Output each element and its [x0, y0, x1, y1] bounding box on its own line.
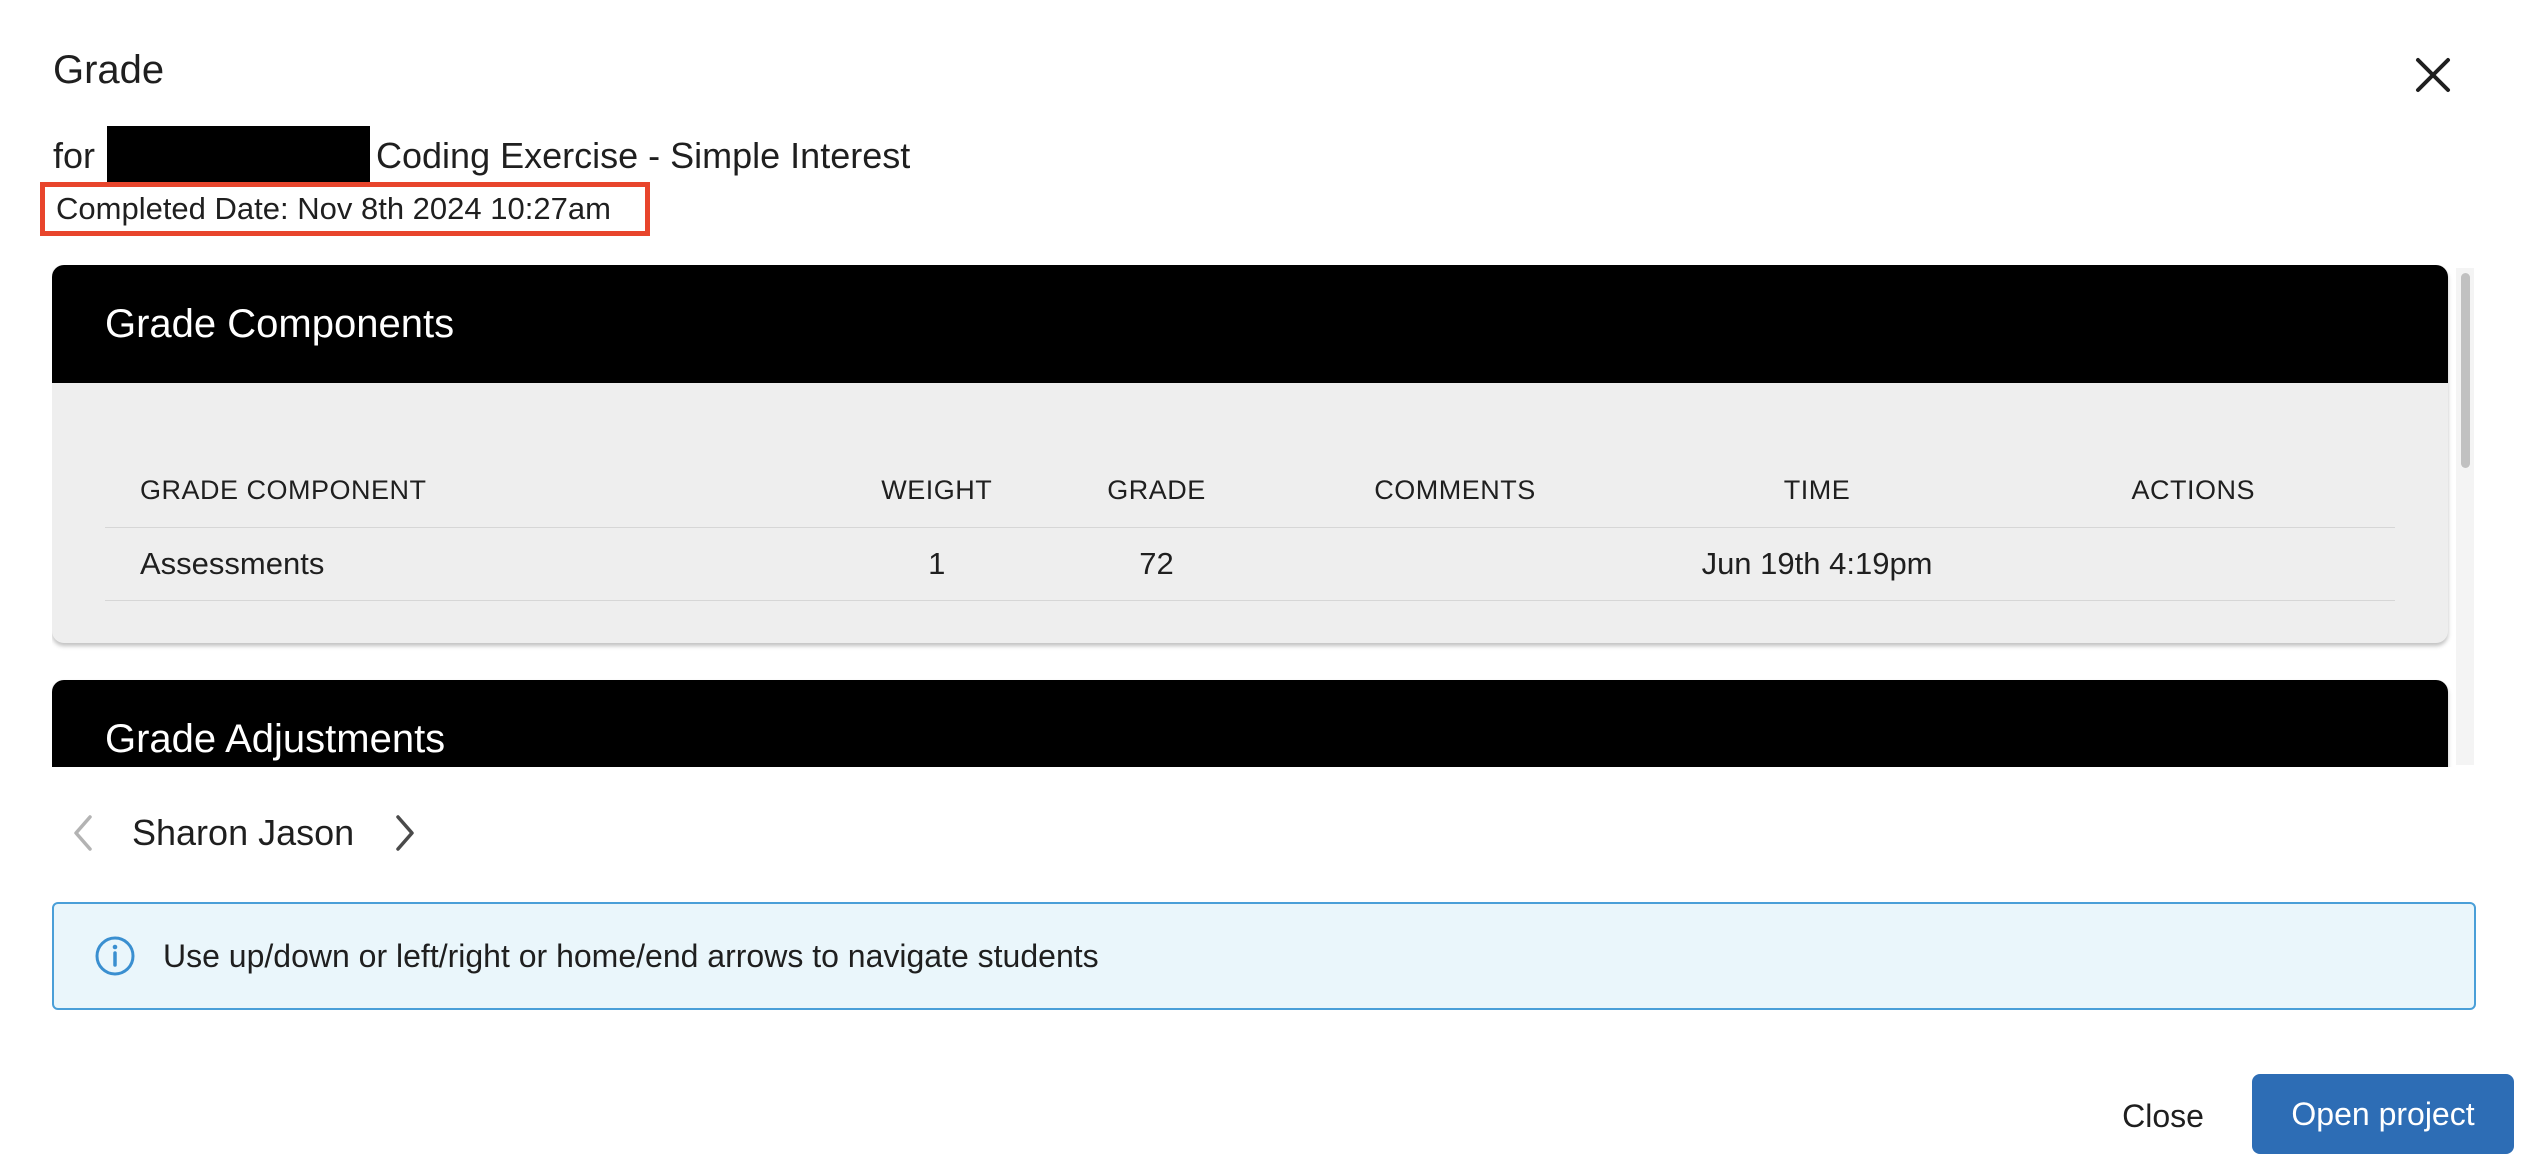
close-icon[interactable]	[2408, 50, 2458, 100]
chevron-right-icon	[396, 815, 414, 851]
column-header-comments: COMMENTS	[1267, 453, 1643, 528]
close-button[interactable]: Close	[2100, 1088, 2226, 1144]
column-header-actions: ACTIONS	[1991, 453, 2395, 528]
cell-weight: 1	[828, 527, 1046, 601]
redacted-student-name	[107, 126, 371, 186]
table-row: Assessments 1 72 Jun 19th 4:19pm	[105, 527, 2395, 601]
grade-adjustments-card: Grade Adjustments	[52, 680, 2448, 767]
info-alert: Use up/down or left/right or home/end ar…	[52, 902, 2476, 1010]
cell-grade: 72	[1045, 527, 1268, 601]
student-navigator: Sharon Jason	[60, 805, 428, 861]
completed-date: Completed Date: Nov 8th 2024 10:27am	[40, 182, 650, 236]
grade-components-table: GRADE COMPONENT WEIGHT GRADE COMMENTS TI…	[105, 453, 2395, 601]
cell-comments	[1267, 527, 1643, 601]
scrollbar[interactable]	[2456, 268, 2474, 765]
column-header-time: TIME	[1642, 453, 1992, 528]
dialog-subtitle: for Coding Exercise - Simple Interest	[53, 126, 910, 186]
cell-component: Assessments	[105, 527, 829, 601]
info-icon	[95, 936, 135, 976]
grade-adjustments-header: Grade Adjustments	[52, 680, 2448, 767]
info-text: Use up/down or left/right or home/end ar…	[163, 937, 1099, 974]
dialog-title: Grade	[53, 48, 165, 92]
cell-actions	[1991, 527, 2395, 601]
open-project-button[interactable]: Open project	[2252, 1074, 2514, 1154]
grade-components-card: Grade Components GRADE COMPONENT WEIGHT …	[52, 265, 2448, 643]
grade-dialog: Grade for Coding Exercise - Simple Inter…	[0, 0, 2526, 1170]
chevron-left-icon	[74, 815, 92, 851]
previous-student-button[interactable]	[60, 805, 106, 861]
column-header-grade-component: GRADE COMPONENT	[105, 453, 829, 528]
assignment-name: Coding Exercise - Simple Interest	[376, 135, 911, 176]
column-header-weight: WEIGHT	[828, 453, 1046, 528]
column-header-grade: GRADE	[1045, 453, 1268, 528]
grade-components-header: Grade Components	[52, 265, 2448, 383]
subtitle-prefix: for	[53, 135, 96, 176]
table-header-row: GRADE COMPONENT WEIGHT GRADE COMMENTS TI…	[105, 453, 2395, 528]
cell-time: Jun 19th 4:19pm	[1642, 527, 1992, 601]
student-name: Sharon Jason	[132, 812, 355, 853]
next-student-button[interactable]	[382, 805, 428, 861]
scrollbar-thumb[interactable]	[2461, 273, 2470, 468]
grade-details-scroll-area[interactable]: Grade Components GRADE COMPONENT WEIGHT …	[52, 265, 2476, 767]
